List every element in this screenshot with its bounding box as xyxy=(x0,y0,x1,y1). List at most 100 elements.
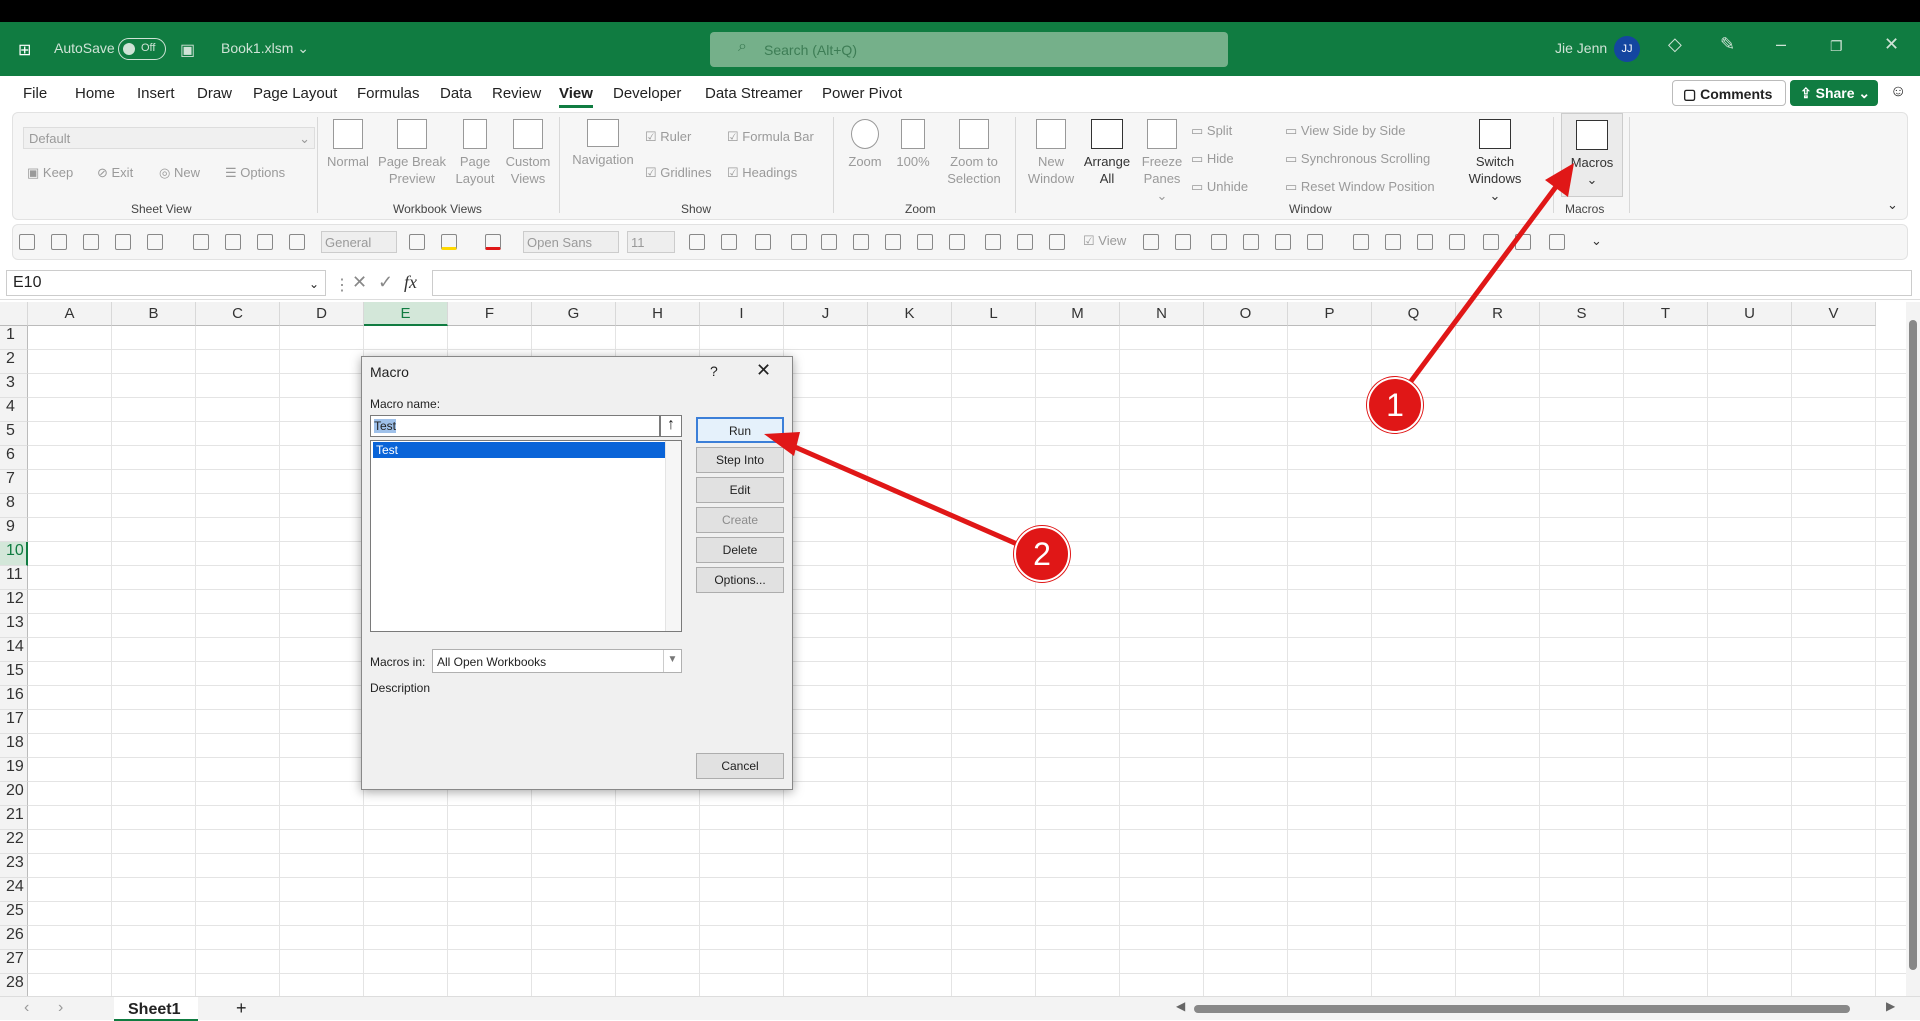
row-header-14[interactable]: 14 xyxy=(0,638,28,662)
step-into-button[interactable]: Step Into xyxy=(696,447,784,473)
cancel-button[interactable]: Cancel xyxy=(696,753,784,779)
number-format-dropdown[interactable]: General xyxy=(321,231,397,253)
column-header-i[interactable]: I xyxy=(700,302,784,326)
next-sheet-icon[interactable]: › xyxy=(58,999,63,1017)
sort-descending-icon[interactable] xyxy=(1175,234,1191,250)
macro-list[interactable]: Test xyxy=(370,440,682,632)
hide-button[interactable]: ▭ Hide xyxy=(1191,151,1234,167)
column-header-f[interactable]: F xyxy=(448,302,532,326)
row-header-25[interactable]: 25 xyxy=(0,902,28,926)
print-icon[interactable] xyxy=(1549,234,1565,250)
keep-button[interactable]: ▣ Keep xyxy=(27,165,73,181)
insert-function-button[interactable]: fx xyxy=(404,272,417,293)
zoom-button[interactable]: Zoom xyxy=(843,119,887,170)
minimize-icon[interactable]: – xyxy=(1776,34,1786,55)
tab-insert[interactable]: Insert xyxy=(137,85,175,102)
collapse-ribbon-icon[interactable]: ⌄ xyxy=(1887,197,1898,213)
autosave-toggle[interactable]: Off xyxy=(118,38,166,60)
row-header-17[interactable]: 17 xyxy=(0,710,28,734)
freeze-panes-button[interactable]: Freeze Panes ⌄ xyxy=(1137,119,1187,204)
file-name[interactable]: Book1.xlsm ⌄ xyxy=(221,40,309,57)
pen-icon[interactable]: ✎ xyxy=(1720,34,1735,55)
row-header-26[interactable]: 26 xyxy=(0,926,28,950)
worksheet-grid[interactable]: A B C D E F G H I J K L M N O P Q R S T U V 1 2 3 4 5 6 7 8 9 10 11 12 13 1… xyxy=(0,302,1906,996)
column-header-l[interactable]: L xyxy=(952,302,1036,326)
row-header-24[interactable]: 24 xyxy=(0,878,28,902)
edit-button[interactable]: Edit xyxy=(696,477,784,503)
tab-developer[interactable]: Developer xyxy=(613,85,681,102)
normal-view-button[interactable]: Normal xyxy=(325,119,371,170)
column-header-q[interactable]: Q xyxy=(1372,302,1456,326)
zoom-100-button[interactable]: 100% xyxy=(891,119,935,170)
navigation-button[interactable]: Navigation xyxy=(569,119,637,168)
report-icon[interactable] xyxy=(1449,234,1465,250)
zoom-to-selection-button[interactable]: Zoom to Selection xyxy=(939,119,1009,187)
delete-button[interactable]: Delete xyxy=(696,537,784,563)
column-header-h[interactable]: H xyxy=(616,302,700,326)
fill-color-icon[interactable] xyxy=(441,234,457,250)
prev-sheet-icon[interactable]: ‹ xyxy=(24,999,29,1017)
text-box-icon[interactable] xyxy=(1483,234,1499,250)
column-header-u[interactable]: U xyxy=(1708,302,1792,326)
column-header-o[interactable]: O xyxy=(1204,302,1288,326)
sheet-options-button[interactable]: ☰ Options xyxy=(225,165,285,181)
tab-review[interactable]: Review xyxy=(492,85,541,102)
tab-file[interactable]: File xyxy=(23,85,47,102)
row-header-22[interactable]: 22 xyxy=(0,830,28,854)
table-border-icon[interactable] xyxy=(949,234,965,250)
save-icon[interactable]: ▣ xyxy=(180,40,195,60)
chart-icon[interactable] xyxy=(289,234,305,250)
headings-checkbox[interactable]: ☑ Headings xyxy=(727,165,797,181)
row-header-8[interactable]: 8 xyxy=(0,494,28,518)
edit-icon[interactable] xyxy=(115,234,131,250)
row-header-12[interactable]: 12 xyxy=(0,590,28,614)
open-icon[interactable] xyxy=(83,234,99,250)
align-right-icon[interactable] xyxy=(1049,234,1065,250)
row-header-21[interactable]: 21 xyxy=(0,806,28,830)
dialog-close-button[interactable]: ✕ xyxy=(756,360,771,381)
row-header-3[interactable]: 3 xyxy=(0,374,28,398)
picture-icon[interactable] xyxy=(1385,234,1401,250)
view-side-by-side-button[interactable]: ▭ View Side by Side xyxy=(1285,123,1405,139)
new-file-icon[interactable] xyxy=(51,234,67,250)
row-header-5[interactable]: 5 xyxy=(0,422,28,446)
paste-icon[interactable] xyxy=(147,234,163,250)
tab-draw[interactable]: Draw xyxy=(197,85,232,102)
row-header-10[interactable]: 10 xyxy=(0,542,28,566)
image-icon[interactable] xyxy=(257,234,273,250)
column-header-n[interactable]: N xyxy=(1120,302,1204,326)
diamond-icon[interactable]: ◇ xyxy=(1668,34,1682,55)
row-header-11[interactable]: 11 xyxy=(0,566,28,590)
run-button[interactable]: Run xyxy=(696,417,784,443)
row-header-4[interactable]: 4 xyxy=(0,398,28,422)
row-header-28[interactable]: 28 xyxy=(0,974,28,996)
column-header-v[interactable]: V xyxy=(1792,302,1876,326)
document-icon[interactable] xyxy=(1417,234,1433,250)
macro-name-input[interactable]: Test xyxy=(370,415,660,437)
options-button[interactable]: Options... xyxy=(696,567,784,593)
custom-views-button[interactable]: Custom Views xyxy=(503,119,553,187)
reset-window-position-button[interactable]: ▭ Reset Window Position xyxy=(1285,179,1435,195)
name-box[interactable]: E10 ⌄ xyxy=(6,270,326,296)
increase-font-icon[interactable] xyxy=(689,234,705,250)
tab-page-layout[interactable]: Page Layout xyxy=(253,85,337,102)
column-header-s[interactable]: S xyxy=(1540,302,1624,326)
tab-data-streamer[interactable]: Data Streamer xyxy=(705,85,803,102)
formula-input[interactable] xyxy=(432,270,1912,296)
strikethrough-icon[interactable] xyxy=(755,234,771,250)
column-header-m[interactable]: M xyxy=(1036,302,1120,326)
row-header-9[interactable]: 9 xyxy=(0,518,28,542)
customize-toolbar-icon[interactable]: ⌄ xyxy=(1591,233,1602,249)
column-header-a[interactable]: A xyxy=(28,302,112,326)
column-header-j[interactable]: J xyxy=(784,302,868,326)
tab-view[interactable]: View xyxy=(559,85,593,108)
row-header-19[interactable]: 19 xyxy=(0,758,28,782)
new-window-button[interactable]: New Window xyxy=(1021,119,1081,187)
align-left-icon[interactable] xyxy=(985,234,1001,250)
camera-icon[interactable] xyxy=(225,234,241,250)
cancel-icon[interactable]: ✕ xyxy=(352,272,367,293)
tab-data[interactable]: Data xyxy=(440,85,472,102)
scroll-right-icon[interactable]: ▶ xyxy=(1886,999,1895,1013)
page-layout-button[interactable]: Page Layout xyxy=(451,119,499,187)
column-header-g[interactable]: G xyxy=(532,302,616,326)
